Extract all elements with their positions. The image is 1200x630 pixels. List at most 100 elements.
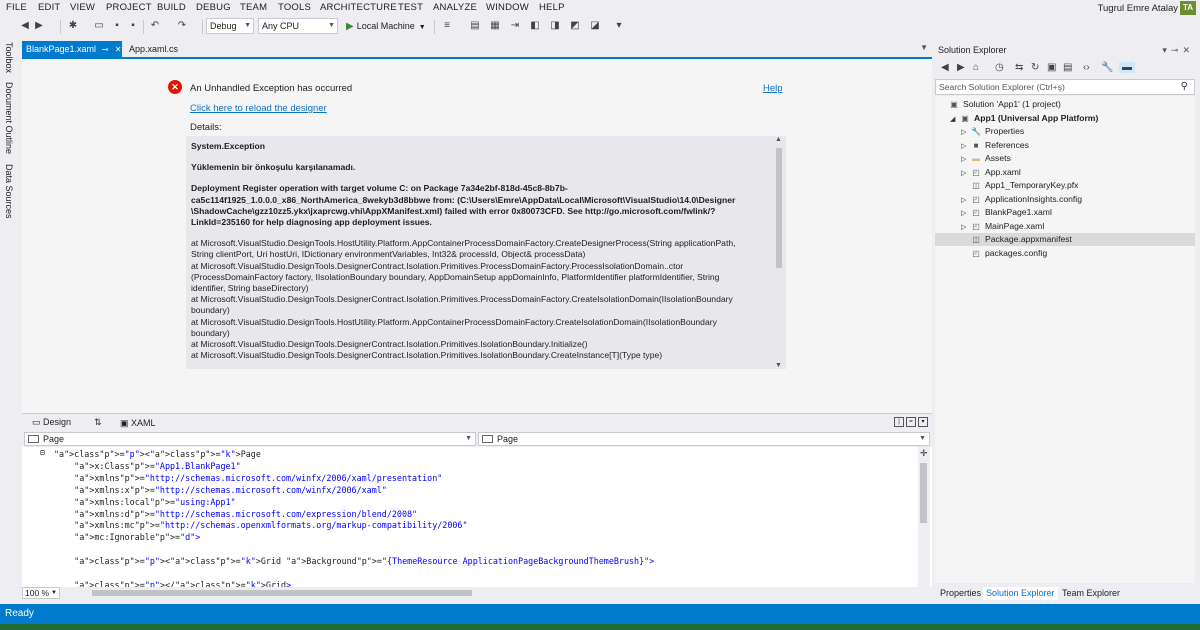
refresh-icon[interactable]: ↻ (1031, 62, 1039, 73)
menu-project[interactable]: PROJECT (106, 2, 152, 13)
menu-test[interactable]: TEST (398, 2, 423, 13)
forward-icon[interactable]: ▶ (32, 19, 46, 33)
bookmark-clear-icon[interactable]: ◩ (568, 19, 582, 33)
undo-icon[interactable]: ↶ (148, 19, 162, 33)
tree-item[interactable]: ◢ ▣ App1 (Universal App Platform) (950, 112, 1098, 125)
horizontal-split-icon[interactable]: = (906, 417, 916, 427)
horizontal-scroll-thumb[interactable] (92, 590, 472, 596)
expand-arrow-icon[interactable]: ◢ (950, 113, 959, 126)
sync-icon[interactable]: ⇆ (1015, 62, 1023, 73)
tree-item[interactable]: ◫ App1_TemporaryKey.pfx (961, 179, 1078, 192)
menu-team[interactable]: TEAM (240, 2, 267, 13)
scroll-down-icon[interactable]: ▼ (775, 362, 782, 369)
tab-properties[interactable]: Properties (937, 587, 984, 600)
tab-blankpage1-xaml[interactable]: BlankPage1.xaml ⊸ ✕ (22, 41, 122, 57)
details-scrollbar[interactable]: ▲ ▼ (774, 136, 784, 369)
find-icon[interactable]: ≡ (440, 19, 454, 33)
solution-explorer-search[interactable]: Search Solution Explorer (Ctrl+ş) ⚲ (935, 79, 1195, 95)
swap-panes-icon[interactable]: ⇅ (94, 417, 102, 428)
pending-changes-icon[interactable]: ◷ (995, 62, 1004, 73)
toolbar-options-icon[interactable]: ▾ (612, 19, 626, 33)
user-name[interactable]: Tugrul Emre Atalay (1098, 3, 1178, 14)
menu-architecture[interactable]: ARCHITECTURE (320, 2, 397, 13)
comment-icon[interactable]: ▤ (468, 19, 482, 33)
zoom-select[interactable]: 100 % ▼ (22, 587, 60, 599)
tree-item[interactable]: ▷ 🔧 Properties (961, 125, 1024, 138)
menu-file[interactable]: FILE (6, 2, 27, 13)
save-all-icon[interactable]: ▪ (126, 19, 140, 33)
run-button[interactable]: ▶ Local Machine ▼ (346, 19, 426, 33)
tree-item[interactable]: ▷ ▬ Assets (961, 152, 1011, 165)
collapse-all-icon[interactable]: ▣ (1047, 62, 1056, 73)
help-link[interactable]: Help (763, 83, 783, 94)
tree-item[interactable]: ◰ packages.config (961, 247, 1047, 260)
tree-item[interactable]: ◫ Package.appxmanifest (935, 233, 1195, 246)
tree-item[interactable]: ▣ Solution 'App1' (1 project) (939, 98, 1061, 111)
view-code-icon[interactable]: ‹› (1083, 62, 1090, 73)
back-icon[interactable]: ◀ (18, 19, 32, 33)
solution-platform-select[interactable]: Any CPU ▼ (258, 18, 338, 34)
exception-details[interactable]: System.Exception Yüklemenin bir önkoşulu … (186, 136, 786, 369)
element-type-select[interactable]: Page ▼ (24, 432, 476, 446)
design-tab[interactable]: ▭ Design (32, 417, 71, 428)
avatar[interactable]: TA (1180, 1, 1196, 15)
data-sources-tab[interactable]: Data Sources (4, 164, 14, 219)
bookmark-next-icon[interactable]: ◨ (548, 19, 562, 33)
expand-arrow-icon[interactable]: ▷ (961, 153, 970, 166)
element-member-select[interactable]: Page ▼ (478, 432, 930, 446)
scroll-thumb[interactable] (920, 463, 927, 523)
home-icon[interactable]: ⌂ (973, 62, 979, 73)
menu-analyze[interactable]: ANALYZE (433, 2, 477, 13)
collapse-pane-icon[interactable]: ▾ (918, 417, 928, 427)
tree-item[interactable]: ▷ ◰ MainPage.xaml (961, 220, 1044, 233)
preview-icon[interactable]: ▬ (1119, 62, 1135, 73)
collapse-region-icon[interactable]: ⊟ (40, 448, 45, 457)
scroll-up-icon[interactable]: ▲ (775, 136, 782, 143)
save-icon[interactable]: ▪ (110, 19, 124, 33)
tab-app-xaml-cs[interactable]: App.xaml.cs (126, 41, 196, 57)
vertical-split-icon[interactable]: | (894, 417, 904, 427)
expand-arrow-icon[interactable]: ▷ (961, 194, 970, 207)
back-icon[interactable]: ◀ (941, 62, 949, 73)
chevron-down-icon[interactable]: ▼ (920, 43, 928, 52)
expand-arrow-icon[interactable]: ▷ (961, 167, 970, 180)
menu-view[interactable]: VIEW (70, 2, 95, 13)
close-icon[interactable]: ✕ (115, 45, 122, 54)
properties-icon[interactable]: 🔧 (1101, 62, 1113, 73)
solution-configuration-select[interactable]: Debug ▼ (206, 18, 254, 34)
expand-arrow-icon[interactable]: ▷ (961, 207, 970, 220)
tree-item[interactable]: ▷ ■ References (961, 139, 1029, 152)
reload-designer-link[interactable]: Click here to reload the designer (190, 103, 327, 114)
bookmark-icon[interactable]: ▦ (488, 19, 502, 33)
editor-vertical-scrollbar[interactable]: ✛ (918, 447, 930, 587)
menu-help[interactable]: HELP (539, 2, 565, 13)
open-folder-icon[interactable]: ▭ (92, 19, 106, 33)
tree-item[interactable]: ▷ ◰ App.xaml (961, 166, 1021, 179)
redo-icon[interactable]: ↷ (175, 19, 189, 33)
expand-arrow-icon[interactable]: ▷ (961, 140, 970, 153)
split-editor-icon[interactable]: ✛ (920, 448, 928, 459)
bookmark-prev-icon[interactable]: ◧ (528, 19, 542, 33)
menu-debug[interactable]: DEBUG (196, 2, 231, 13)
show-all-files-icon[interactable]: ▤ (1063, 62, 1072, 73)
tree-item[interactable]: ▷ ◰ BlankPage1.xaml (961, 206, 1052, 219)
xaml-tab[interactable]: ▣ XAML (120, 418, 156, 429)
document-outline-tab[interactable]: Document Outline (4, 82, 14, 154)
window-controls[interactable]: ▾⊸✕ (1162, 42, 1194, 58)
tab-team-explorer[interactable]: Team Explorer (1059, 587, 1123, 600)
new-project-icon[interactable]: ✱ (66, 19, 80, 33)
menu-build[interactable]: BUILD (157, 2, 186, 13)
bookmark-toggle-icon[interactable]: ◪ (588, 19, 602, 33)
forward-icon[interactable]: ▶ (957, 62, 965, 73)
pin-icon[interactable]: ⊸ (102, 45, 109, 54)
scroll-thumb[interactable] (776, 148, 782, 268)
menu-edit[interactable]: EDIT (38, 2, 60, 13)
tree-item[interactable]: ▷ ◰ ApplicationInsights.config (961, 193, 1082, 206)
menu-tools[interactable]: TOOLS (278, 2, 311, 13)
expand-arrow-icon[interactable]: ▷ (961, 221, 970, 234)
xaml-code-editor[interactable]: ⊟ "a">class"p">="p"><"a">class"p">="k">P… (22, 447, 932, 587)
tab-solution-explorer[interactable]: Solution Explorer (983, 587, 1058, 600)
menu-window[interactable]: WINDOW (486, 2, 529, 13)
expand-arrow-icon[interactable]: ▷ (961, 126, 970, 139)
indent-icon[interactable]: ⇥ (508, 19, 522, 33)
